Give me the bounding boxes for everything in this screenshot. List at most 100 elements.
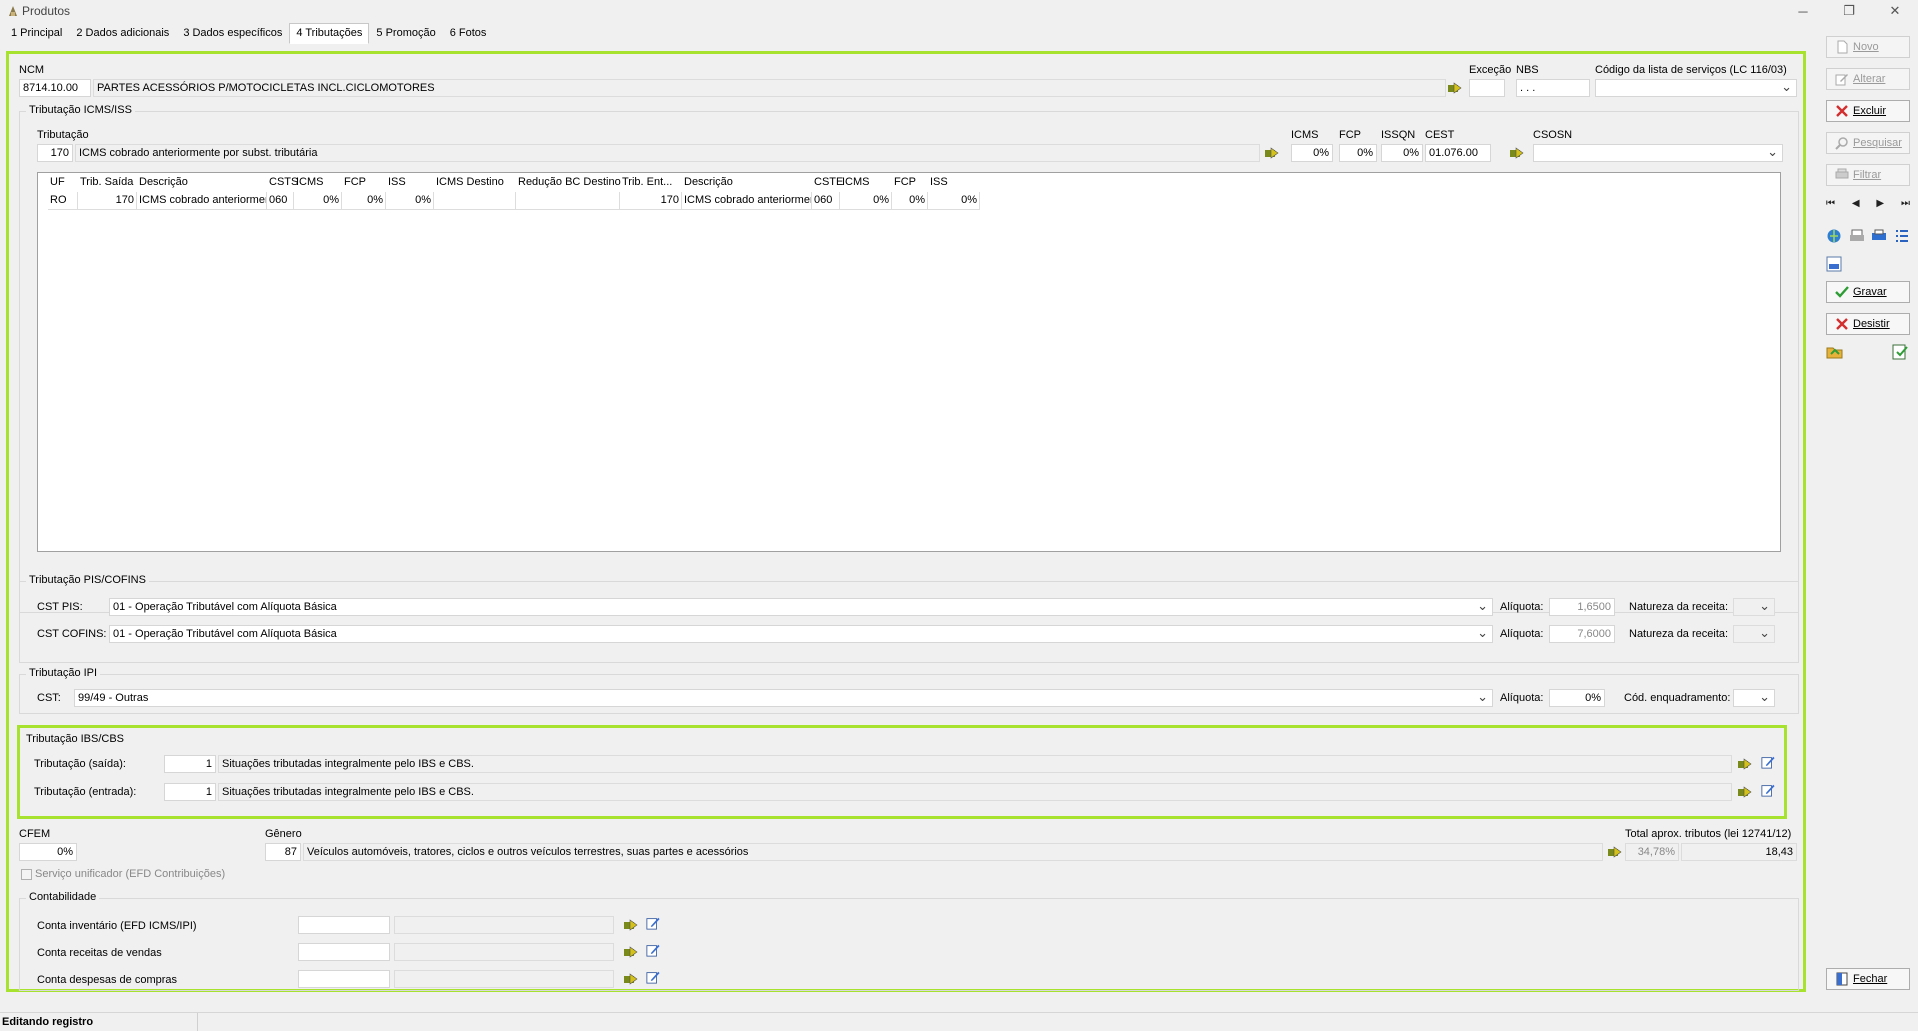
excecao-input[interactable] (1469, 79, 1505, 97)
natureza-receita-cofins-select[interactable] (1733, 625, 1775, 643)
grid-header-descricao-entrada[interactable]: Descrição (682, 174, 735, 192)
grid-cell-iss[interactable]: 0% (386, 192, 434, 210)
tributacao-code-input[interactable]: 170 (37, 144, 73, 162)
grid-cell-icms-destino[interactable] (434, 192, 516, 210)
grid-cell-icms-entrada[interactable]: 0% (840, 192, 892, 210)
aliquota-cofins-input[interactable]: 7,6000 (1549, 625, 1615, 643)
aliquota-pis-input[interactable]: 1,6500 (1549, 598, 1615, 616)
grid-cell-descricao[interactable]: ICMS cobrado anteriormer (137, 192, 267, 210)
grid-cell-iss-entrada[interactable]: 0% (928, 192, 980, 210)
icms-input[interactable]: 0% (1291, 144, 1333, 162)
web-icon[interactable] (1826, 228, 1842, 244)
ibs-entrada-code-input[interactable]: 1 (164, 783, 216, 801)
close-icon[interactable]: ✕ (1872, 0, 1918, 22)
tab-dados-adicionais[interactable]: 2 Dados adicionais (69, 23, 176, 44)
export-icon[interactable] (1892, 344, 1908, 360)
gravar-button[interactable]: Gravar (1826, 281, 1910, 303)
filtrar-button[interactable]: Filtrar (1826, 164, 1910, 186)
pesquisar-button[interactable]: Pesquisar (1826, 132, 1910, 154)
excluir-button[interactable]: Excluir (1826, 100, 1910, 122)
grid-header-fcp-entrada[interactable]: FCP (892, 174, 918, 192)
minimize-icon[interactable]: ─ (1780, 0, 1826, 22)
ipi-cst-select[interactable]: 99/49 - Outras (74, 689, 1493, 707)
conta-receitas-code-input[interactable] (298, 943, 390, 961)
window-title: Produtos (22, 4, 71, 18)
open-folder-icon[interactable] (1826, 344, 1844, 360)
grid-header-uf[interactable]: UF (48, 174, 67, 192)
next-record-icon[interactable]: ▶ (1876, 198, 1884, 214)
servico-unificador-checkbox[interactable] (21, 869, 32, 880)
first-record-icon[interactable]: ⏮ (1826, 198, 1835, 214)
report-icon[interactable] (1826, 256, 1842, 272)
lookup-icon[interactable] (1447, 81, 1463, 95)
ipi-aliquota-input[interactable]: 0% (1549, 689, 1605, 707)
lookup-icon[interactable] (1607, 845, 1623, 859)
prev-record-icon[interactable]: ◀ (1852, 198, 1860, 214)
tab-fotos[interactable]: 6 Fotos (443, 23, 494, 44)
novo-button[interactable]: Novo (1826, 36, 1910, 58)
edit-icon[interactable] (1760, 783, 1776, 797)
fechar-button[interactable]: Fechar (1826, 968, 1910, 990)
grid-cell-descricao-entrada[interactable]: ICMS cobrado anteriormer (682, 192, 812, 210)
cst-pis-select[interactable]: 01 - Operação Tributável com Alíquota Bá… (109, 598, 1493, 616)
ibs-saida-code-input[interactable]: 1 (164, 755, 216, 773)
tab-dados-especificos[interactable]: 3 Dados específicos (176, 23, 289, 44)
grid-cell-icms[interactable]: 0% (294, 192, 342, 210)
fcp-input[interactable]: 0% (1339, 144, 1377, 162)
printer-icon[interactable] (1871, 228, 1887, 244)
cfem-label: CFEM (19, 828, 51, 840)
edit-icon[interactable] (645, 970, 661, 984)
desistir-button[interactable]: Desistir (1826, 313, 1910, 335)
restore-icon[interactable]: ❐ (1826, 0, 1872, 22)
grid-cell-trib-entrada[interactable]: 170 (620, 192, 682, 210)
grid-cell-uf[interactable]: RO (48, 192, 78, 210)
tab-promocao[interactable]: 5 Promoção (369, 23, 442, 44)
lookup-icon[interactable] (623, 918, 639, 932)
grid-header-reducao-bc-destino[interactable]: Redução BC Destino (516, 174, 623, 192)
edit-icon[interactable] (1760, 755, 1776, 769)
cfem-input[interactable]: 0% (19, 843, 77, 861)
grid-cell-fcp[interactable]: 0% (342, 192, 386, 210)
lookup-icon[interactable] (1264, 146, 1280, 160)
grid-cell-cste[interactable]: 060 (812, 192, 840, 210)
grid-cell-reducao-bc-destino[interactable] (516, 192, 620, 210)
grid-header-icms-entrada[interactable]: ICMS (840, 174, 872, 192)
edit-icon[interactable] (645, 943, 661, 957)
conta-despesas-code-input[interactable] (298, 970, 390, 988)
ncm-code-input[interactable]: 8714.10.00 (19, 79, 91, 97)
grid-cell-fcp-entrada[interactable]: 0% (892, 192, 928, 210)
tab-tributacoes[interactable]: 4 Tributações (289, 23, 370, 44)
grid-header-descricao[interactable]: Descrição (137, 174, 190, 192)
lookup-icon[interactable] (623, 972, 639, 986)
natureza-receita-pis-select[interactable] (1733, 598, 1775, 616)
nbs-input[interactable]: . . . (1516, 79, 1590, 97)
grid-cell-csts[interactable]: 060 (267, 192, 294, 210)
grid-header-trib-entrada[interactable]: Trib. Ent... (620, 174, 674, 192)
tab-principal[interactable]: 1 Principal (4, 23, 69, 44)
grid-cell-trib-saida[interactable]: 170 (78, 192, 137, 210)
conta-inventario-code-input[interactable] (298, 916, 390, 934)
lookup-icon[interactable] (1509, 146, 1525, 160)
grid-header-icms-destino[interactable]: ICMS Destino (434, 174, 506, 192)
grid-header-iss-entrada[interactable]: ISS (928, 174, 950, 192)
genero-code-input[interactable]: 87 (265, 843, 301, 861)
list-icon[interactable] (1894, 228, 1910, 244)
enquadramento-select[interactable] (1733, 689, 1775, 707)
lookup-icon[interactable] (1737, 785, 1753, 799)
edit-icon[interactable] (645, 916, 661, 930)
grid-header-iss[interactable]: ISS (386, 174, 408, 192)
cst-cofins-select[interactable]: 01 - Operação Tributável com Alíquota Bá… (109, 625, 1493, 643)
issqn-input[interactable]: 0% (1381, 144, 1423, 162)
last-record-icon[interactable]: ⏭ (1901, 198, 1910, 214)
csosn-select[interactable] (1533, 144, 1783, 162)
lookup-icon[interactable] (623, 945, 639, 959)
cest-input[interactable]: 01.076.00 (1425, 144, 1491, 162)
grid-header-trib-saida[interactable]: Trib. Saída (78, 174, 135, 192)
lookup-icon[interactable] (1737, 757, 1753, 771)
print-preview-icon[interactable] (1849, 228, 1865, 244)
uf-tributacao-grid[interactable]: UF Trib. Saída Descrição CSTS ICMS FCP I… (37, 172, 1781, 552)
servicos-select[interactable] (1595, 79, 1797, 97)
grid-header-icms[interactable]: ICMS (294, 174, 326, 192)
grid-header-fcp[interactable]: FCP (342, 174, 368, 192)
alterar-button[interactable]: Alterar (1826, 68, 1910, 90)
